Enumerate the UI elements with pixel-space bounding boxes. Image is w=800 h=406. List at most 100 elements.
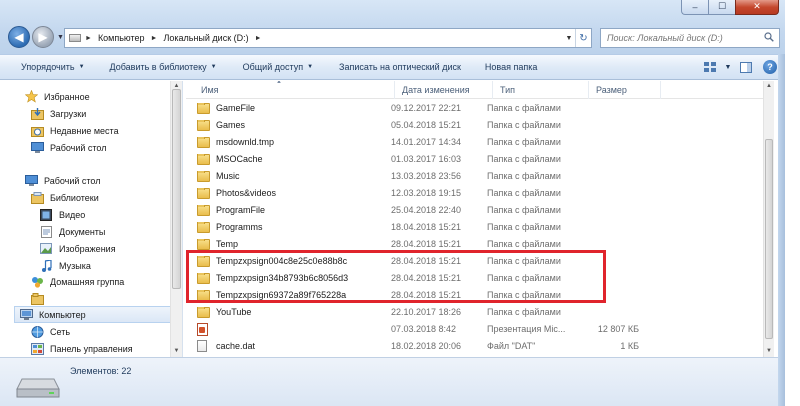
sidebar-item-network[interactable]: Сеть — [30, 323, 70, 340]
scrollbar-thumb[interactable] — [172, 89, 181, 289]
search-box[interactable] — [600, 28, 780, 48]
file-row[interactable]: msdownld.tmp 14.01.2017 14:34 Папка с файл… — [197, 134, 657, 150]
search-input[interactable] — [607, 33, 757, 43]
sidebar-item-desktop[interactable]: Рабочий стол — [24, 172, 101, 189]
scroll-up-icon[interactable]: ▲ — [764, 81, 774, 91]
scroll-down-icon[interactable]: ▼ — [764, 346, 774, 356]
sidebar-item-homegroup[interactable]: Домашняя группа — [30, 273, 124, 290]
pictures-icon — [39, 242, 53, 255]
forward-button[interactable]: ▶ — [32, 26, 54, 48]
include-in-library-button[interactable]: Добавить в библиотеку ▼ — [95, 57, 227, 77]
file-row[interactable]: Music 13.03.2018 23:56 Папка с файлами — [197, 168, 657, 184]
sidebar-item-recent-places[interactable]: Недавние места — [30, 122, 119, 139]
file-type: Папка с файлами — [487, 154, 561, 164]
file-name: Temp — [216, 239, 239, 249]
file-row[interactable]: Tempzxpsign69372a89f765228a 28.04.2018 15… — [197, 287, 657, 303]
sidebar-item-downloads[interactable]: Загрузки — [30, 105, 86, 122]
address-dropdown-icon[interactable]: ▼ — [563, 35, 575, 42]
organize-label: Упорядочить — [21, 62, 75, 72]
sidebar-item-favorites[interactable]: Избранное — [24, 88, 90, 105]
address-bar[interactable]: ► Компьютер ► Локальный диск (D:) ► ▼ ↻ — [64, 28, 592, 48]
close-button[interactable]: ✕ — [735, 0, 779, 15]
column-header-date[interactable]: Дата изменения — [395, 81, 493, 99]
folder-icon — [197, 170, 210, 182]
file-row[interactable]: 07.03.2018 8:42 Презентация Mic... 12 807 … — [197, 321, 657, 337]
sidebar-item-control-panel[interactable]: Панель управления — [30, 340, 133, 357]
organize-button[interactable]: Упорядочить ▼ — [0, 57, 95, 77]
help-icon[interactable]: ? — [763, 60, 777, 74]
refresh-icon[interactable]: ↻ — [575, 29, 591, 47]
sidebar-item-label: Видео — [59, 209, 86, 220]
file-row[interactable]: Programms 18.04.2018 15:21 Папка с файлами — [197, 219, 657, 235]
file-date: 28.04.2018 15:21 — [391, 290, 462, 300]
maximize-button[interactable]: ☐ — [708, 0, 735, 15]
file-row[interactable]: ProgramFile 25.04.2018 22:40 Папка с файла… — [197, 202, 657, 218]
folder-icon — [197, 119, 210, 131]
sidebar-item-video[interactable]: Видео — [39, 206, 85, 223]
chevron-right-icon[interactable]: ► — [85, 35, 92, 42]
file-row[interactable]: Games 05.04.2018 15:21 Папка с файлами — [197, 117, 657, 133]
file-row[interactable]: Tempzxpsign004c8e25c0e88b8c 28.04.2018 15… — [197, 253, 657, 269]
navigation-arrows: ◀ ▶ ▼ — [8, 26, 64, 48]
view-options-icon[interactable] — [701, 58, 719, 76]
file-row[interactable]: GameFile 09.12.2017 22:21 Папка с файлами — [197, 100, 657, 116]
new-folder-button[interactable]: Новая папка — [471, 57, 547, 77]
file-date: 18.04.2018 15:21 — [391, 222, 462, 232]
file-date: 05.04.2018 15:21 — [391, 120, 462, 130]
caption-buttons: – ☐ ✕ — [681, 0, 779, 15]
chevron-right-icon[interactable]: ► — [151, 35, 158, 42]
recent-pages-dropdown[interactable]: ▼ — [57, 34, 64, 41]
sidebar-item-computer[interactable]: Компьютер — [14, 306, 179, 323]
view-controls: ▼ ? — [701, 58, 777, 76]
navigation-scrollbar[interactable]: ▲ ▼ — [170, 81, 182, 357]
file-size: 1 КБ — [620, 341, 639, 351]
file-date: 07.03.2018 8:42 — [391, 324, 457, 334]
dropdown-arrow-icon: ▼ — [78, 64, 85, 70]
sidebar-item-label: Домашняя группа — [50, 276, 125, 287]
file-date: 09.12.2017 22:21 — [391, 103, 462, 113]
computer-icon — [19, 308, 33, 321]
preview-pane-icon[interactable] — [737, 58, 755, 76]
sidebar-item-libraries[interactable]: Библиотеки — [30, 189, 99, 206]
file-row[interactable]: YouTube 22.10.2017 18:26 Папка с файлами — [197, 304, 657, 320]
column-header-size[interactable]: Размер — [589, 81, 661, 99]
scroll-down-icon[interactable]: ▼ — [171, 346, 182, 356]
chevron-right-icon[interactable]: ► — [255, 35, 262, 42]
library-folder-icon — [30, 292, 44, 305]
sidebar-item-desktop-favorite[interactable]: Рабочий стол — [30, 139, 107, 156]
back-button[interactable]: ◀ — [8, 26, 30, 48]
folder-icon — [197, 255, 210, 267]
share-button[interactable]: Общий доступ ▼ — [227, 57, 323, 77]
item-count: Элементов: 22 — [70, 366, 132, 376]
file-row[interactable]: cache.dat 18.02.2018 20:06 Файл "DAT" 1 КБ — [197, 338, 657, 354]
sidebar-item-music[interactable]: Музыка — [39, 257, 91, 274]
back-arrow-icon: ◀ — [14, 30, 24, 44]
file-list-scrollbar[interactable]: ▲ ▼ — [763, 81, 774, 357]
sidebar-item-pictures[interactable]: Изображения — [39, 240, 116, 257]
burn-label: Записать на оптический диск — [339, 62, 461, 72]
file-type: Папка с файлами — [487, 290, 561, 300]
view-dropdown-icon[interactable]: ▼ — [719, 58, 737, 76]
scrollbar-thumb[interactable] — [765, 139, 773, 339]
sidebar-item-unnamed[interactable] — [30, 290, 50, 307]
file-type: Презентация Mic... — [487, 324, 566, 334]
sidebar-item-documents[interactable]: Документы — [39, 223, 105, 240]
file-row[interactable]: MSOCache 01.03.2017 16:03 Папка с файлами — [197, 151, 657, 167]
file-row[interactable]: Temp 28.04.2018 15:21 Папка с файлами — [197, 236, 657, 252]
file-list: ▲ Имя Дата изменения Тип Размер GameFile… — [186, 81, 774, 357]
breadcrumb-computer[interactable]: Компьютер — [98, 33, 145, 43]
file-row[interactable]: Photos&videos 12.03.2018 19:15 Папка с фай… — [197, 185, 657, 201]
minimize-button[interactable]: – — [681, 0, 708, 15]
file-row[interactable]: Tempzxpsign34b8793b6c8056d3 28.04.2018 15… — [197, 270, 657, 286]
column-header-name[interactable]: ▲ Имя — [186, 81, 395, 99]
burn-button[interactable]: Записать на оптический диск — [323, 57, 471, 77]
breadcrumb-local-disk[interactable]: Локальный диск (D:) — [163, 33, 248, 43]
search-icon[interactable] — [764, 32, 774, 42]
sidebar-item-label: Рабочий стол — [44, 175, 101, 186]
column-header-type[interactable]: Тип — [493, 81, 589, 99]
file-name-cell: Music — [197, 170, 390, 182]
file-icon — [197, 340, 207, 352]
file-name: Tempzxpsign69372a89f765228a — [216, 290, 347, 300]
file-name-cell: msdownld.tmp — [197, 136, 390, 148]
powerpoint-file-icon — [197, 322, 208, 336]
